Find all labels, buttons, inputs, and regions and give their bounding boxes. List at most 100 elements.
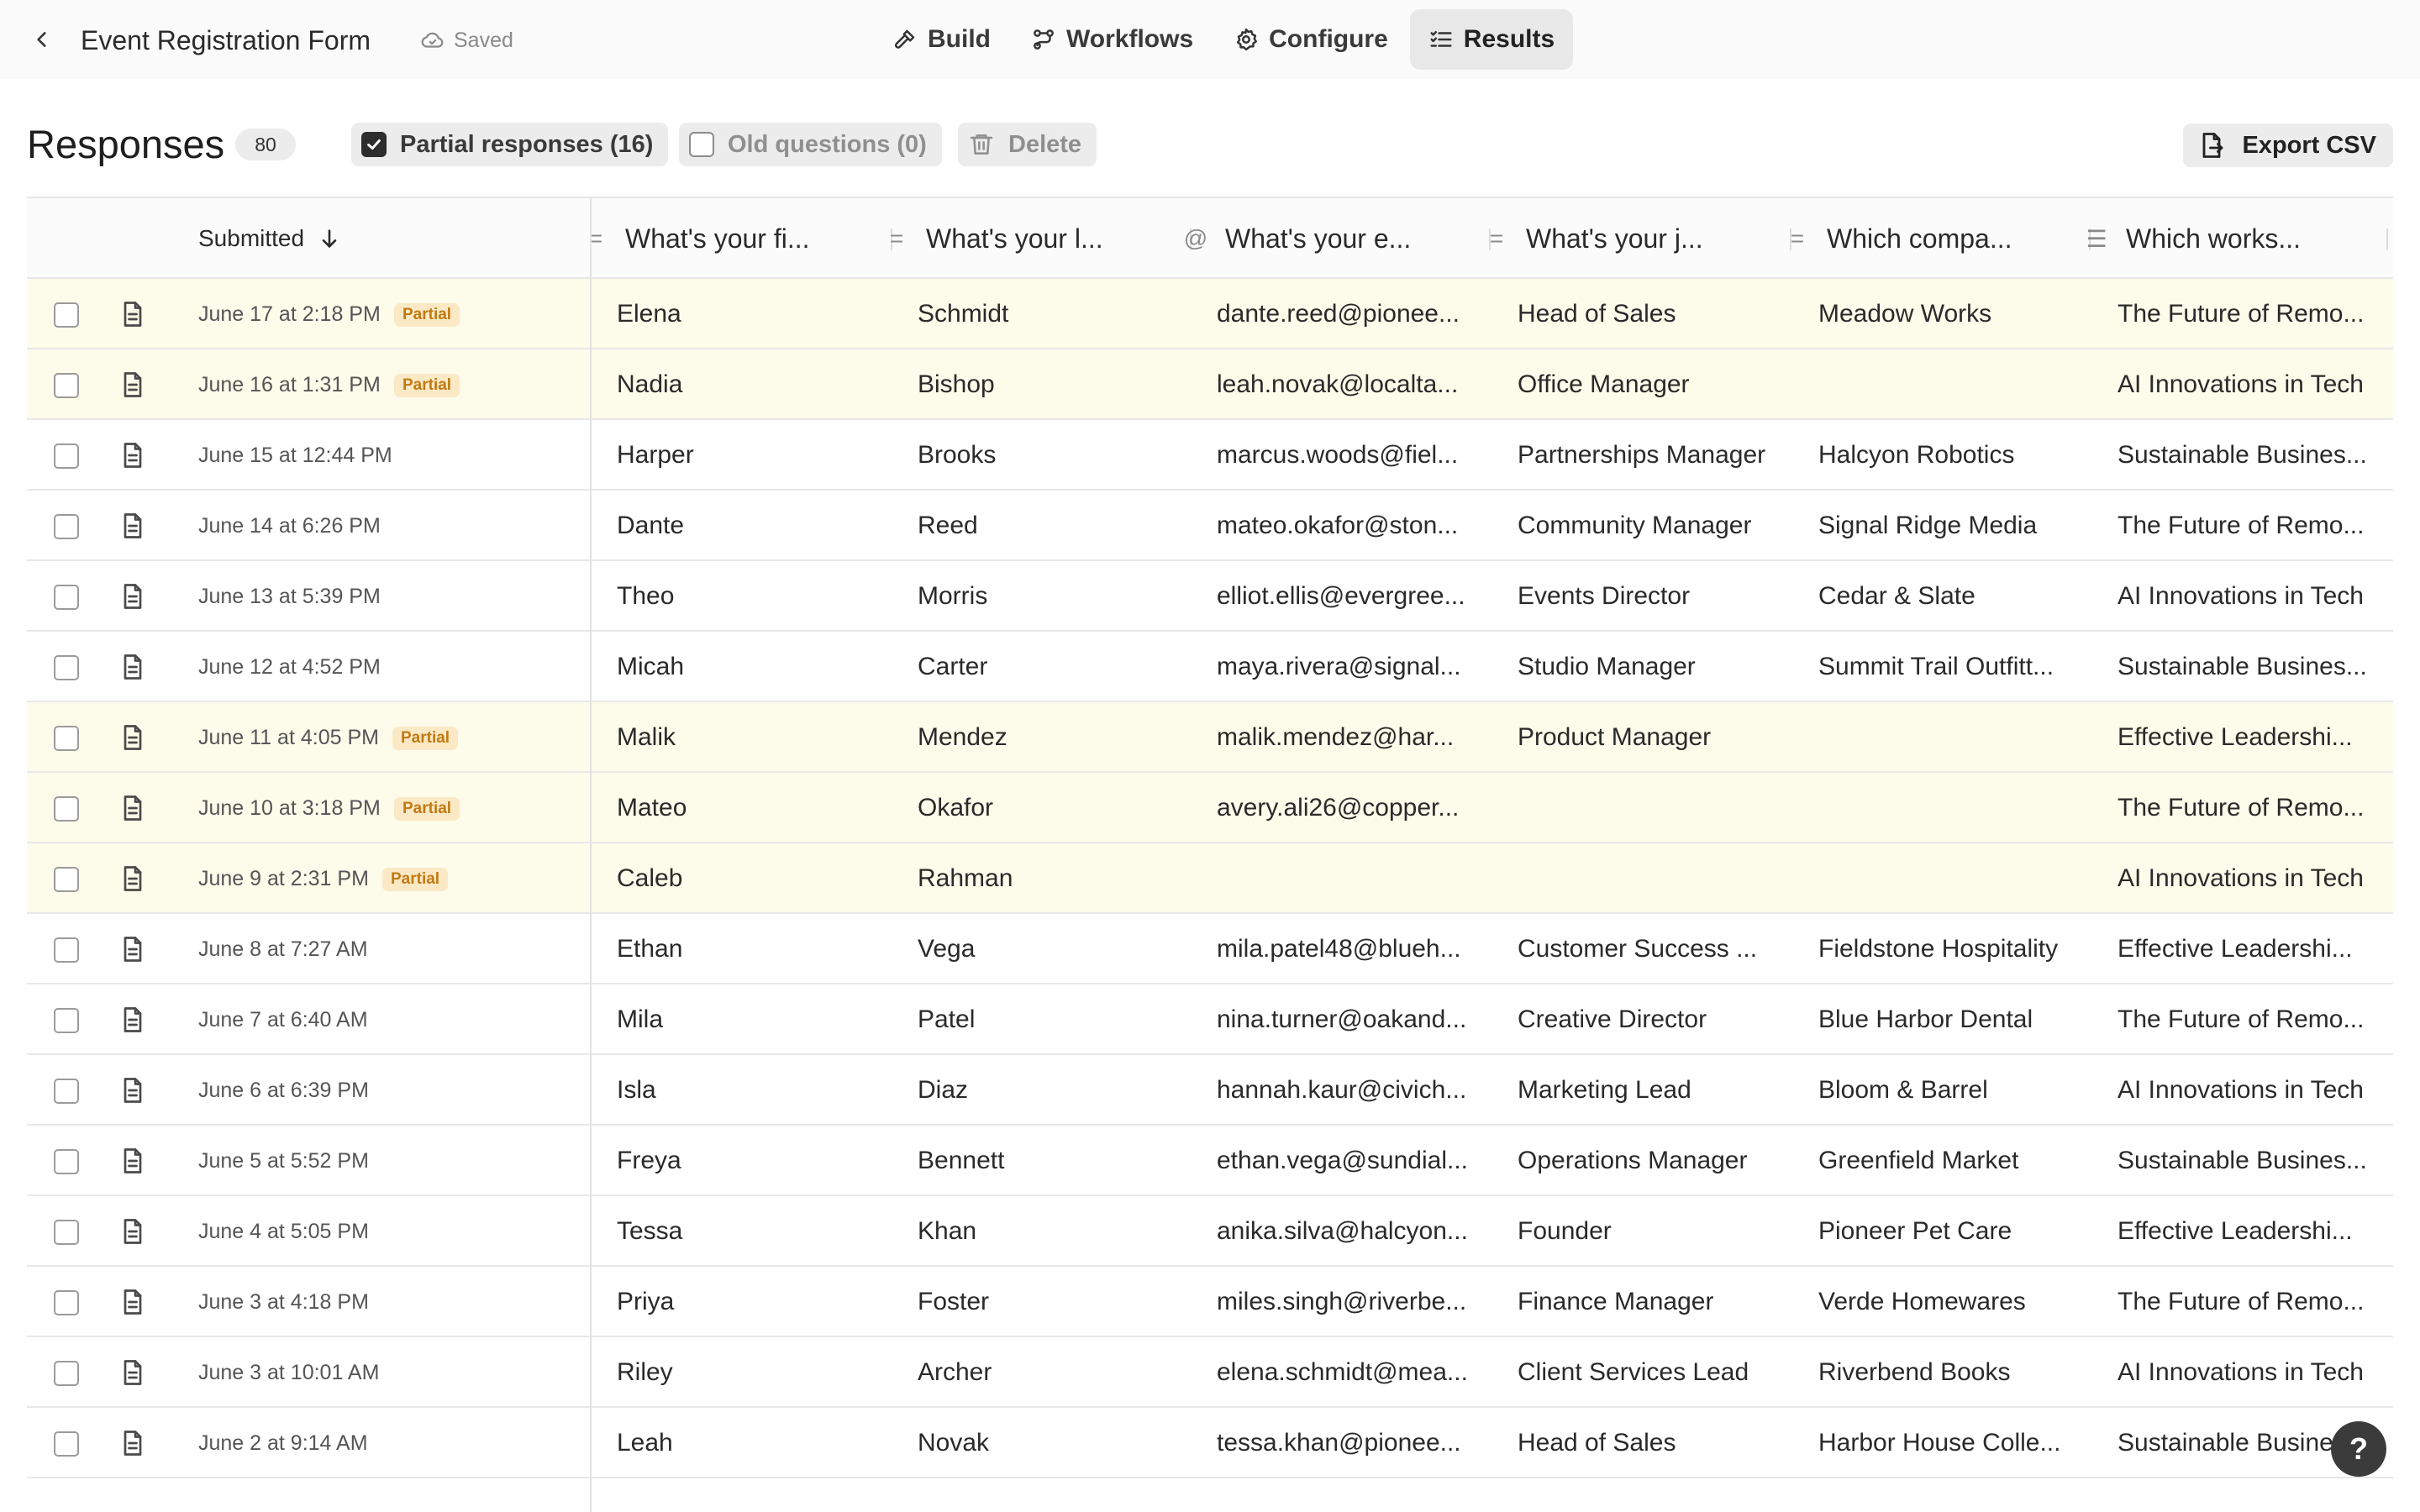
table-row[interactable]: June 3 at 10:01 AM Riley Archer elena.schmi… [27, 1337, 2393, 1408]
row-checkbox[interactable] [54, 302, 79, 328]
row-checkbox[interactable] [54, 726, 79, 751]
document-icon[interactable] [118, 722, 148, 753]
table-row[interactable]: June 9 at 2:31 PM Partial Caleb Rahman AI In… [27, 843, 2393, 914]
help-button[interactable]: ? [2331, 1421, 2386, 1477]
submitted-date: June 6 at 6:39 PM [198, 1079, 369, 1102]
table-row[interactable]: June 8 at 7:27 AM Ethan Vega mila.patel48@b… [27, 914, 2393, 984]
document-icon[interactable] [118, 1004, 148, 1036]
row-checkbox[interactable] [54, 1149, 79, 1174]
document-icon[interactable] [118, 1074, 148, 1106]
table-row[interactable]: June 6 at 6:39 PM Isla Diaz hannah.kaur@civ… [27, 1055, 2393, 1126]
table-row[interactable]: June 11 at 4:05 PM Partial Malik Mendez mali… [27, 702, 2393, 773]
column-header-6[interactable]: ☰ Which works... [2084, 222, 2301, 255]
column-header-3[interactable]: @ What's your e... [1183, 222, 1412, 255]
table-row[interactable]: June 7 at 6:40 AM Mila Patel nina.turner@oa… [27, 984, 2393, 1055]
row-checkbox[interactable] [54, 1008, 79, 1033]
table-row[interactable]: June 12 at 4:52 PM Micah Carter maya.rivera… [27, 632, 2393, 702]
submitted-date: June 12 at 4:52 PM [198, 655, 381, 679]
document-icon[interactable] [118, 651, 148, 683]
document-icon[interactable] [118, 439, 148, 471]
table-row[interactable]: June 4 at 5:05 PM Tessa Khan anika.silva@ha… [27, 1196, 2393, 1267]
column-header-2[interactable]: = What's your l... [884, 222, 1103, 255]
row-checkbox[interactable] [54, 1361, 79, 1386]
short-text-icon: = [588, 225, 603, 251]
export-csv-button[interactable]: Export CSV [2183, 123, 2393, 167]
document-icon[interactable] [118, 933, 148, 965]
cell-workshop: The Future of Remo... [2118, 300, 2365, 328]
form-title[interactable]: Event Registration Form [81, 24, 371, 57]
table-row[interactable]: June 3 at 4:18 PM Priya Foster miles.singh@… [27, 1267, 2393, 1337]
cell-job: Head of Sales [1518, 300, 1676, 328]
table-row[interactable]: June 5 at 5:52 PM Freya Bennett ethan.vega@… [27, 1126, 2393, 1196]
back-button[interactable] [25, 23, 59, 56]
cell-email: ethan.vega@sundial... [1217, 1147, 1468, 1174]
cell-workshop: AI Innovations in Tech [2118, 864, 2364, 892]
checkbox-icon [689, 132, 714, 157]
row-checkbox[interactable] [54, 1220, 79, 1245]
document-icon[interactable] [118, 1286, 148, 1318]
cell-first: Theo [617, 582, 675, 610]
table-row[interactable]: June 10 at 3:18 PM Partial Mateo Okafor aver… [27, 773, 2393, 843]
tab-build-label: Build [928, 25, 991, 53]
partial-responses-toggle[interactable]: Partial responses (16) [351, 123, 669, 166]
cell-last: Novak [918, 1429, 990, 1457]
delete-button[interactable]: Delete [958, 123, 1097, 166]
row-checkbox[interactable] [54, 1290, 79, 1315]
cell-job: Creative Director [1518, 1005, 1707, 1033]
cell-job: Partnerships Manager [1518, 441, 1766, 469]
cell-last: Brooks [918, 441, 997, 469]
row-checkbox[interactable] [54, 867, 79, 892]
table-row[interactable]: June 17 at 2:18 PM Partial Elena Schmidt dan… [27, 279, 2393, 349]
document-icon[interactable] [118, 863, 148, 895]
row-checkbox[interactable] [54, 1431, 79, 1457]
row-checkbox[interactable] [54, 444, 79, 469]
table-row[interactable]: June 15 at 12:44 PM Harper Brooks marcus.wo… [27, 420, 2393, 491]
document-icon[interactable] [118, 580, 148, 612]
column-header-1[interactable]: = What's your fi... [583, 222, 810, 255]
row-checkbox[interactable] [54, 585, 79, 610]
cell-workshop: Sustainable Busines... [2118, 441, 2367, 469]
cell-email: mila.patel48@blueh... [1217, 935, 1461, 963]
document-icon[interactable] [118, 1357, 148, 1389]
short-text-icon: = [889, 225, 904, 251]
cell-last: Vega [918, 935, 976, 963]
table-row[interactable]: June 14 at 6:26 PM Dante Reed mateo.okafor@… [27, 491, 2393, 561]
table-row[interactable]: June 2 at 9:14 AM Leah Novak tessa.khan@pio… [27, 1408, 2393, 1478]
cell-first: Riley [617, 1358, 673, 1386]
cell-email: mateo.okafor@ston... [1217, 512, 1459, 539]
document-icon[interactable] [118, 1427, 148, 1459]
document-icon[interactable] [118, 298, 148, 330]
submitted-date: June 15 at 12:44 PM [198, 444, 392, 467]
cell-email: tessa.khan@pionee... [1217, 1429, 1461, 1457]
cell-last: Bennett [918, 1147, 1005, 1174]
table-row[interactable]: June 16 at 1:31 PM Partial Nadia Bishop leah… [27, 349, 2393, 420]
submitted-date: June 17 at 2:18 PM [198, 302, 381, 326]
document-icon[interactable] [118, 792, 148, 824]
document-icon[interactable] [118, 1145, 148, 1177]
document-icon[interactable] [118, 510, 148, 542]
row-checkbox[interactable] [54, 1079, 79, 1104]
old-questions-toggle[interactable]: Old questions (0) [679, 123, 942, 166]
column-header-5[interactable]: = Which compa... [1785, 222, 2012, 255]
column-resize-handle[interactable] [2386, 228, 2388, 250]
table-row[interactable]: June 13 at 5:39 PM Theo Morris elliot.ellis… [27, 561, 2393, 632]
tab-build[interactable]: Build [874, 9, 1009, 70]
document-icon[interactable] [118, 369, 148, 401]
column-header-submitted[interactable]: Submitted [198, 223, 341, 254]
tab-workflows[interactable]: Workflows [1013, 9, 1212, 70]
document-icon[interactable] [118, 1215, 148, 1247]
tab-configure[interactable]: Configure [1215, 9, 1407, 70]
cell-first: Mila [617, 1005, 664, 1033]
column-header-4[interactable]: = What's your j... [1484, 222, 1703, 255]
cell-workshop: The Future of Remo... [2118, 794, 2365, 822]
checkbox-checked-icon [361, 132, 387, 157]
row-checkbox[interactable] [54, 796, 79, 822]
export-csv-label: Export CSV [2242, 131, 2376, 159]
row-checkbox[interactable] [54, 514, 79, 539]
row-checkbox[interactable] [54, 937, 79, 963]
short-text-icon: = [1489, 225, 1504, 251]
tab-results[interactable]: Results [1409, 9, 1574, 70]
row-checkbox[interactable] [54, 655, 79, 680]
cell-company: Summit Trail Outfitt... [1818, 653, 2054, 680]
row-checkbox[interactable] [54, 373, 79, 398]
